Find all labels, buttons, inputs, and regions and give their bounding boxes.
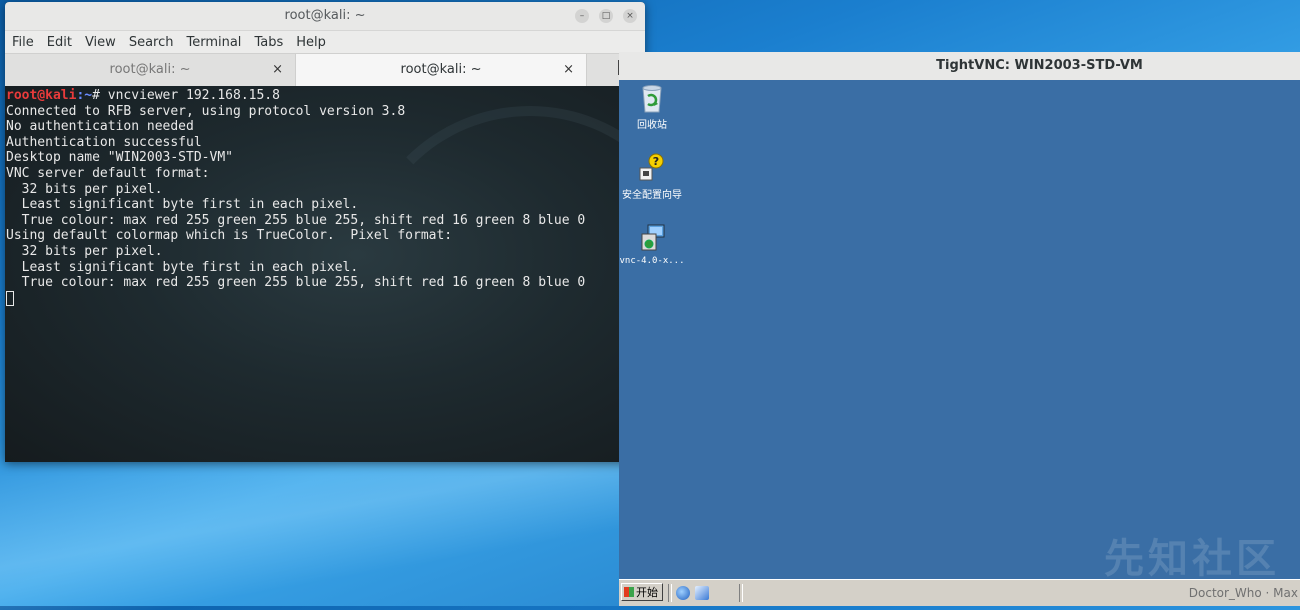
menu-file[interactable]: File [12, 35, 41, 50]
tab-close-icon[interactable]: × [272, 54, 283, 85]
output-line: VNC server default format: [6, 165, 210, 181]
menu-edit[interactable]: Edit [47, 35, 79, 50]
menu-search[interactable]: Search [129, 35, 181, 50]
terminal-window-title: root@kali: ~ [284, 8, 366, 23]
output-line: Least significant byte first in each pix… [6, 197, 359, 213]
taskbar-separator [739, 584, 743, 602]
terminal-titlebar[interactable]: root@kali: ~ – □ × [5, 2, 645, 31]
terminal-cursor [6, 290, 14, 306]
remote-desktop[interactable]: 回收站 ? 安全配置向导 vnc-4.0-x... 先知社区 开始 Doctor… [619, 80, 1300, 606]
desktop-icon-recycle-bin[interactable]: 回收站 [619, 82, 687, 131]
output-line: True colour: max red 255 green 255 blue … [6, 212, 586, 228]
watermark-text: 先知社区 [1104, 536, 1280, 582]
internet-explorer-icon[interactable] [676, 586, 690, 600]
author-watermark: Doctor_Who · Max [1188, 586, 1298, 600]
menu-terminal[interactable]: Terminal [186, 35, 248, 50]
prompt-symbol: # [92, 88, 108, 103]
menu-tabs[interactable]: Tabs [254, 35, 290, 50]
tab-close-icon[interactable]: × [563, 54, 574, 85]
vnc-window: TightVNC: WIN2003-STD-VM 回收站 ? 安全配置向导 vn… [619, 52, 1300, 606]
output-line: 32 bits per pixel. [6, 181, 163, 197]
output-line: Using default colormap which is TrueColo… [6, 228, 453, 244]
terminal-tabbar: root@kali: ~ × root@kali: ~ × + [5, 53, 645, 87]
desktop-icon-label: 安全配置向导 [622, 190, 682, 201]
start-button[interactable]: 开始 [621, 583, 663, 601]
prompt-path: :~ [76, 88, 93, 103]
terminal-tab-2[interactable]: root@kali: ~ × [295, 54, 587, 87]
terminal-tab-1[interactable]: root@kali: ~ × [5, 54, 295, 87]
output-line: Desktop name "WIN2003-STD-VM" [6, 150, 233, 166]
desktop-icon-security-wizard[interactable]: ? 安全配置向导 [619, 152, 687, 201]
command-text: vncviewer 192.168.15.8 [107, 88, 280, 103]
prompt-user: root@kali [6, 88, 77, 103]
tab-label: root@kali: ~ [400, 62, 482, 77]
show-desktop-icon[interactable] [695, 586, 709, 600]
start-label: 开始 [636, 586, 658, 599]
vnc-window-title: TightVNC: WIN2003-STD-VM [936, 58, 1143, 73]
recycle-bin-icon [636, 82, 668, 114]
menu-help[interactable]: Help [296, 35, 333, 50]
terminal-window: root@kali: ~ – □ × File Edit View Search… [5, 2, 645, 462]
terminal-menubar: File Edit View Search Terminal Tabs Help [5, 31, 645, 53]
maximize-button[interactable]: □ [599, 9, 613, 23]
close-button[interactable]: × [623, 9, 637, 23]
vnc-titlebar[interactable]: TightVNC: WIN2003-STD-VM [619, 52, 1300, 80]
desktop-background-streak [0, 440, 640, 610]
prompt-line: root@kali:~# vncviewer 192.168.15.8 [6, 88, 645, 104]
output-line: No authentication needed [6, 119, 194, 135]
cursor-line [6, 290, 645, 308]
output-line: 32 bits per pixel. [6, 243, 163, 259]
desktop-icon-label: 回收站 [637, 120, 667, 131]
desktop-icon-label: vnc-4.0-x... [619, 256, 685, 266]
security-wizard-icon: ? [636, 152, 668, 184]
menu-view[interactable]: View [85, 35, 123, 50]
desktop-icon-vnc-installer[interactable]: vnc-4.0-x... [619, 222, 687, 266]
output-line: Connected to RFB server, using protocol … [6, 103, 406, 119]
output-line: True colour: max red 255 green 255 blue … [6, 275, 586, 291]
installer-icon [636, 222, 668, 254]
minimize-button[interactable]: – [575, 9, 589, 23]
output-line: Authentication successful [6, 134, 202, 150]
svg-text:?: ? [653, 155, 659, 168]
taskbar-separator [668, 584, 672, 602]
windows-taskbar: 开始 Doctor_Who · Max [619, 579, 1300, 606]
tab-label: root@kali: ~ [109, 62, 191, 77]
output-line: Least significant byte first in each pix… [6, 259, 359, 275]
windows-flag-icon [624, 587, 634, 597]
terminal-output[interactable]: root@kali:~# vncviewer 192.168.15.8 Conn… [5, 86, 645, 462]
